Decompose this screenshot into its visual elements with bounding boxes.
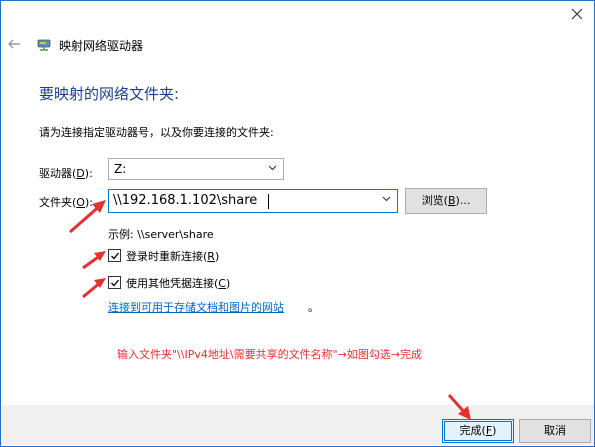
annotation-text: 输入文件夹"\\IPv4地址\需要共享的文件名称"→如图勾选→完成 — [117, 348, 423, 361]
drive-label: 驱动器(D): — [39, 167, 93, 180]
instruction-text: 请为连接指定驱动器号，以及你要连接的文件夹: — [39, 126, 274, 139]
checkbox-box[interactable] — [108, 276, 121, 289]
finish-button[interactable]: 完成(F) — [442, 419, 514, 443]
example-text: 示例: \\server\share — [108, 228, 214, 241]
network-drive-icon — [37, 39, 51, 51]
close-icon — [571, 8, 583, 20]
back-arrow-icon — [8, 39, 20, 49]
drive-letter-value: Z: — [114, 162, 127, 176]
checkbox-box[interactable] — [108, 249, 121, 262]
folder-path-input[interactable]: \\192.168.1.102\share — [108, 189, 398, 213]
checkmark-icon — [111, 252, 120, 260]
dialog-heading: 要映射的网络文件夹: — [39, 85, 180, 103]
reconnect-label: 登录时重新连接(R) — [126, 250, 220, 263]
back-button[interactable] — [7, 37, 21, 51]
folder-path-value: \\192.168.1.102\share — [113, 193, 258, 208]
close-button[interactable] — [564, 3, 590, 25]
window-title: 映射网络驱动器 — [59, 39, 144, 53]
map-network-drive-window: 映射网络驱动器 要映射的网络文件夹: 请为连接指定驱动器号，以及你要连接的文件夹… — [0, 0, 595, 447]
other-credentials-label: 使用其他凭据连接(C) — [126, 277, 231, 290]
storage-website-link[interactable]: 连接到可用于存储文档和图片的网站 — [108, 299, 284, 315]
folder-label: 文件夹(O): — [39, 196, 93, 209]
title-bar: 映射网络驱动器 — [1, 1, 594, 63]
cancel-button[interactable]: 取消 — [519, 419, 591, 443]
text-caret — [268, 194, 269, 209]
link-suffix: 。 — [308, 301, 319, 314]
browse-button[interactable]: 浏览(B)... — [405, 188, 487, 214]
chevron-down-icon — [382, 196, 391, 202]
drive-letter-select[interactable]: Z: — [108, 158, 284, 180]
chevron-down-icon — [268, 165, 277, 171]
checkmark-icon — [111, 279, 120, 287]
